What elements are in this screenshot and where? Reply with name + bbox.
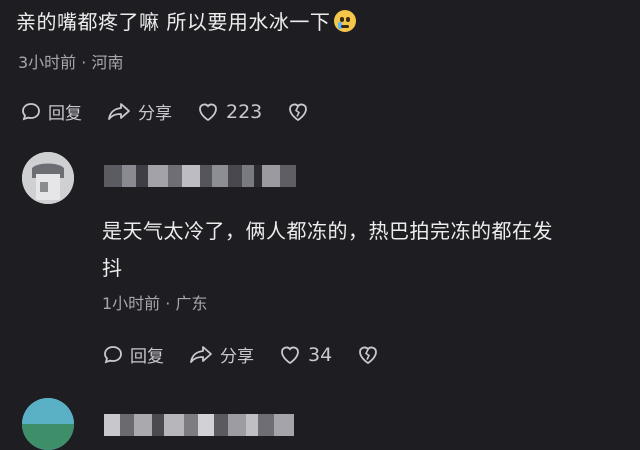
reply-meta: 1小时前 · 广东	[102, 294, 208, 313]
avatar-image	[22, 398, 74, 450]
like-button[interactable]: 223	[196, 101, 262, 123]
reply-text-line-2: 抖	[102, 256, 123, 280]
share-button[interactable]: 分享	[188, 342, 254, 367]
dislike-button[interactable]	[356, 344, 386, 366]
like-button[interactable]: 34	[278, 344, 332, 366]
reply-icon	[22, 102, 40, 120]
reply-button[interactable]: 回复	[102, 342, 164, 367]
reply-text: 是天气太冷了，俩人都冻的，热巴拍完冻的都在发 抖	[102, 213, 632, 287]
reply-actions: 回复 分享 34	[102, 342, 410, 367]
broken-heart-icon	[359, 346, 378, 364]
broken-heart-icon	[289, 103, 308, 121]
comment-text-content: 亲的嘴都疼了嘛 所以要用水冰一下	[16, 10, 331, 34]
reply-icon	[104, 345, 122, 363]
username-blurred	[104, 414, 294, 436]
share-label: 分享	[220, 347, 254, 367]
avatar[interactable]	[22, 152, 74, 204]
heart-icon	[199, 103, 217, 121]
crying-face-icon	[334, 10, 357, 32]
heart-icon	[281, 346, 299, 364]
comment-meta: 3小时前 · 河南	[18, 53, 124, 72]
dislike-button[interactable]	[286, 101, 316, 123]
reply-label: 回复	[130, 347, 164, 367]
comment-actions: 回复 分享 223	[20, 99, 340, 124]
reply-button[interactable]: 回复	[20, 99, 82, 124]
reply-text-line-1: 是天气太冷了，俩人都冻的，热巴拍完冻的都在发	[102, 219, 553, 243]
avatar-image	[22, 152, 74, 204]
username-blurred	[104, 165, 296, 187]
share-button[interactable]: 分享	[106, 99, 172, 124]
like-count: 34	[308, 343, 333, 366]
comment-text: 亲的嘴都疼了嘛 所以要用水冰一下	[16, 6, 357, 35]
avatar[interactable]	[22, 398, 74, 450]
share-icon	[108, 102, 130, 120]
reply-label: 回复	[48, 104, 82, 124]
like-count: 223	[226, 100, 263, 123]
share-label: 分享	[138, 104, 172, 124]
share-icon	[190, 345, 212, 363]
